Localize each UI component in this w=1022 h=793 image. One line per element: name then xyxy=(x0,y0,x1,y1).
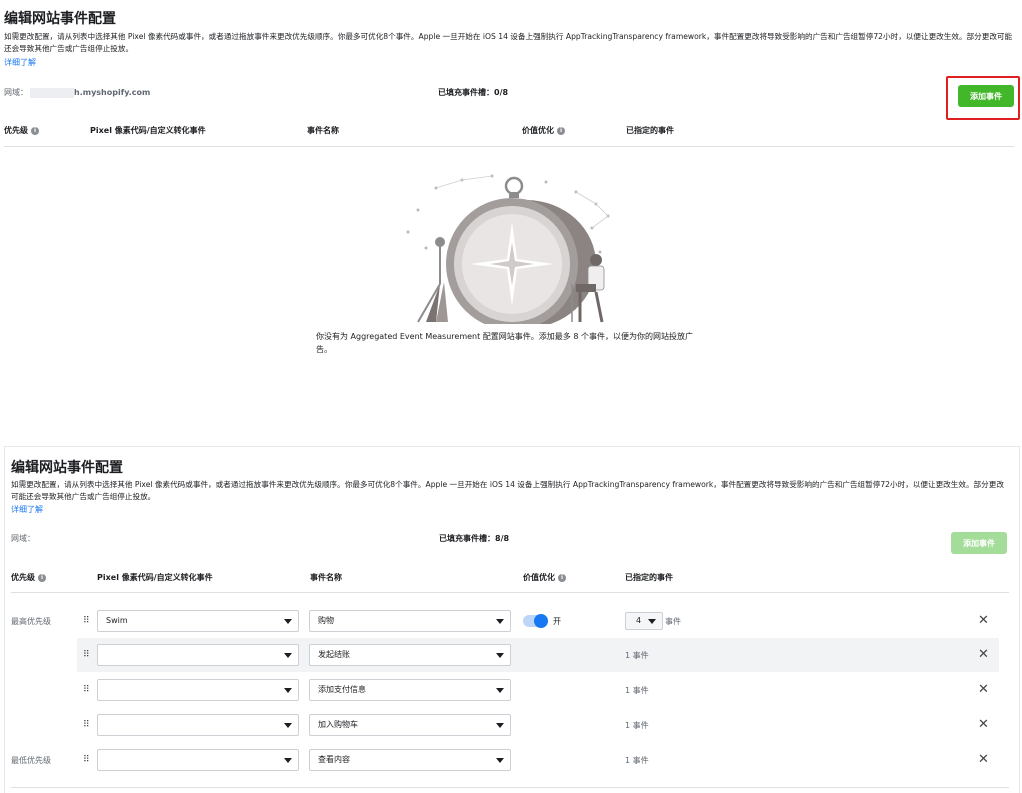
header-divider xyxy=(4,146,1014,147)
col-value-optimization-label: 价值优化 xyxy=(522,126,554,135)
add-event-button[interactable]: 添加事件 xyxy=(958,85,1014,107)
table-row: 最高优先级 ⠿ Swim 购物 开 4 事件 ✕ xyxy=(5,604,1019,638)
event-slots-counter: 已填充事件槽：0/8 xyxy=(438,88,509,97)
pixel-select[interactable] xyxy=(97,679,299,701)
drag-handle-icon[interactable]: ⠿ xyxy=(83,685,91,695)
chevron-down-icon xyxy=(648,619,656,624)
events-label: 1 事件 xyxy=(625,721,649,730)
col-priority-label: 优先级 xyxy=(11,573,35,582)
event-select[interactable]: 添加支付信息 xyxy=(309,679,511,701)
col-assigned-events: 已指定的事件 xyxy=(625,573,673,582)
events-label: 1 事件 xyxy=(625,651,649,660)
event-config-panel-empty: 编辑网站事件配置 如需更改配置，请从列表中选择其他 Pixel 像素代码或事件，… xyxy=(0,0,1022,440)
close-icon[interactable]: ✕ xyxy=(978,753,989,766)
table-row: ⠿ 发起结账 1 事件 ✕ xyxy=(77,638,999,672)
col-priority-label: 优先级 xyxy=(4,126,28,135)
col-event-name: 事件名称 xyxy=(310,573,342,582)
close-icon[interactable]: ✕ xyxy=(978,648,989,661)
drag-handle-icon[interactable]: ⠿ xyxy=(83,616,91,626)
description-text: 如需更改配置，请从列表中选择其他 Pixel 像素代码或事件，或者通过拖放事件来… xyxy=(11,480,1004,501)
col-assigned-events: 已指定的事件 xyxy=(626,126,674,135)
event-select-value: 查看内容 xyxy=(318,755,350,764)
chevron-down-icon xyxy=(496,688,504,693)
col-priority: 优先级 i xyxy=(11,572,46,583)
event-select-value: 添加支付信息 xyxy=(318,685,366,694)
domain-value: h.myshopify.com xyxy=(74,88,151,97)
col-event-name: 事件名称 xyxy=(307,126,339,135)
page-title: 编辑网站事件配置 xyxy=(11,460,123,476)
event-select[interactable]: 加入购物车 xyxy=(309,714,511,736)
pixel-select-value: Swim xyxy=(106,616,128,625)
domain-label: 网域： xyxy=(11,534,35,543)
info-icon[interactable]: i xyxy=(557,126,565,135)
event-select-value: 购物 xyxy=(318,616,334,625)
close-icon[interactable]: ✕ xyxy=(978,683,989,696)
table-row: ⠿ 添加支付信息 1 事件 ✕ xyxy=(5,673,1019,707)
event-config-panel-filled: 编辑网站事件配置 如需更改配置，请从列表中选择其他 Pixel 像素代码或事件，… xyxy=(4,446,1020,793)
learn-more-link[interactable]: 详细了解 xyxy=(4,57,36,68)
pixel-select[interactable] xyxy=(97,714,299,736)
pixel-select[interactable] xyxy=(97,749,299,771)
event-slots-counter: 已填充事件槽：8/8 xyxy=(439,534,510,543)
table-bottom-divider xyxy=(11,787,1009,788)
info-icon[interactable]: i xyxy=(31,126,39,135)
events-label: 事件 xyxy=(665,617,681,626)
learn-more-link[interactable]: 详细了解 xyxy=(11,504,43,515)
chevron-down-icon xyxy=(284,758,292,763)
chevron-down-icon xyxy=(284,723,292,728)
toggle-state-label: 开 xyxy=(553,617,561,626)
close-icon[interactable]: ✕ xyxy=(978,718,989,731)
col-value-optimization-label: 价值优化 xyxy=(523,573,555,582)
header-divider xyxy=(11,592,1009,593)
chevron-down-icon xyxy=(284,619,292,624)
domain-label: 网域： xyxy=(4,88,28,97)
chevron-down-icon xyxy=(496,653,504,658)
compass-illustration xyxy=(406,174,610,324)
add-event-button[interactable]: 添加事件 xyxy=(951,532,1007,554)
event-select-value: 加入购物车 xyxy=(318,720,358,729)
event-select[interactable]: 发起结账 xyxy=(309,644,511,666)
description-text: 如需更改配置，请从列表中选择其他 Pixel 像素代码或事件，或者通过拖放事件来… xyxy=(4,32,1013,53)
drag-handle-icon[interactable]: ⠿ xyxy=(83,755,91,765)
drag-handle-icon[interactable]: ⠿ xyxy=(83,720,91,730)
event-select[interactable]: 查看内容 xyxy=(309,749,511,771)
events-label: 1 事件 xyxy=(625,686,649,695)
chevron-down-icon xyxy=(284,688,292,693)
table-row: 最低优先级 ⠿ 查看内容 1 事件 ✕ xyxy=(5,743,1019,777)
event-count-select[interactable]: 4 xyxy=(625,612,663,630)
info-icon[interactable]: i xyxy=(38,573,46,582)
chevron-down-icon xyxy=(496,619,504,624)
drag-handle-icon[interactable]: ⠿ xyxy=(83,650,91,660)
chevron-down-icon xyxy=(496,758,504,763)
col-value-optimization: 价值优化 i xyxy=(522,125,565,136)
info-icon[interactable]: i xyxy=(558,573,566,582)
pixel-select[interactable]: Swim xyxy=(97,610,299,632)
priority-label: 最低优先级 xyxy=(11,756,51,765)
domain-row: 网域： h.myshopify.com xyxy=(4,87,150,98)
close-icon[interactable]: ✕ xyxy=(978,614,989,627)
priority-label: 最高优先级 xyxy=(11,617,51,626)
events-label: 1 事件 xyxy=(625,756,649,765)
col-priority: 优先级 i xyxy=(4,125,39,136)
pixel-select[interactable] xyxy=(97,644,299,666)
table-row: ⠿ 加入购物车 1 事件 ✕ xyxy=(5,708,1019,742)
page-title: 编辑网站事件配置 xyxy=(4,11,116,27)
event-select[interactable]: 购物 xyxy=(309,610,511,632)
value-optimization-toggle[interactable] xyxy=(523,614,548,628)
empty-state-message: 你没有为 Aggregated Event Measurement 配置网站事件… xyxy=(316,332,693,354)
event-select-value: 发起结账 xyxy=(318,650,350,659)
col-pixel: Pixel 像素代码/自定义转化事件 xyxy=(90,126,206,135)
chevron-down-icon xyxy=(496,723,504,728)
event-count-value: 4 xyxy=(636,616,642,625)
toggle-knob xyxy=(534,614,548,628)
redacted-block xyxy=(30,87,74,98)
col-pixel: Pixel 像素代码/自定义转化事件 xyxy=(97,573,213,582)
col-value-optimization: 价值优化 i xyxy=(523,572,566,583)
chevron-down-icon xyxy=(284,653,292,658)
